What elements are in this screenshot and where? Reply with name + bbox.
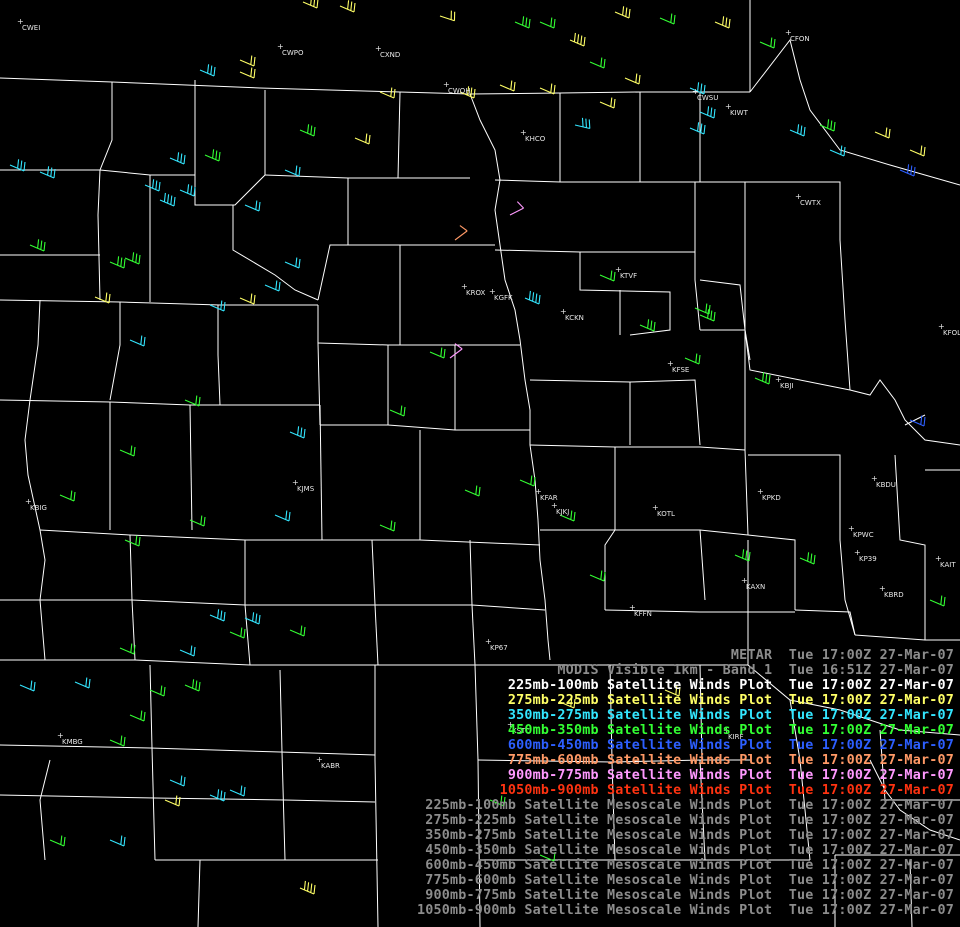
station-label: KBDU bbox=[876, 481, 896, 489]
station-label: KIWT bbox=[730, 109, 749, 117]
station-label: KCKN bbox=[565, 314, 584, 322]
station-label: KPKD bbox=[762, 494, 781, 502]
legend-row: 775mb-600mb Satellite Mesoscale Winds Pl… bbox=[425, 873, 954, 888]
station-label: CWPO bbox=[282, 49, 304, 57]
legend-row: 350mb-275mb Satellite Winds Plot Tue 17:… bbox=[507, 708, 954, 723]
station-label: KBRD bbox=[884, 591, 904, 599]
station-label: CFON bbox=[790, 35, 810, 43]
station-label: KGFK bbox=[494, 294, 513, 302]
station-label: KFOL bbox=[943, 329, 960, 337]
station-label: KFFN bbox=[634, 610, 652, 618]
station-label: CWOH bbox=[448, 87, 471, 95]
station-label: CWEI bbox=[22, 24, 40, 32]
legend-row: 225mb-100mb Satellite Winds Plot Tue 17:… bbox=[507, 678, 954, 693]
station-label: KTVF bbox=[620, 272, 637, 280]
station-label: CWTX bbox=[800, 199, 821, 207]
legend-row: METAR Tue 17:00Z 27-Mar-07 bbox=[730, 648, 954, 663]
layer-legend: METAR Tue 17:00Z 27-Mar-07 MODIS Visible … bbox=[417, 648, 954, 918]
station-label: CWSU bbox=[697, 94, 718, 102]
station-label: KBIG bbox=[30, 504, 47, 512]
legend-row: 1050mb-900mb Satellite Winds Plot Tue 17… bbox=[499, 783, 954, 798]
station-label: KMBG bbox=[62, 738, 83, 746]
station-label: KABR bbox=[321, 762, 340, 770]
station-label: KAXN bbox=[746, 583, 765, 591]
station-label: KOTL bbox=[657, 510, 675, 518]
station-label: KFSE bbox=[672, 366, 689, 374]
legend-row: 275mb-225mb Satellite Winds Plot Tue 17:… bbox=[507, 693, 954, 708]
station-label: KROX bbox=[466, 289, 486, 297]
legend-row: 600mb-450mb Satellite Winds Plot Tue 17:… bbox=[507, 738, 954, 753]
station-label: KHCO bbox=[525, 135, 546, 143]
legend-row: 775mb-600mb Satellite Winds Plot Tue 17:… bbox=[507, 753, 954, 768]
legend-row: 275mb-225mb Satellite Mesoscale Winds Pl… bbox=[425, 813, 954, 828]
legend-row: 350mb-275mb Satellite Mesoscale Winds Pl… bbox=[425, 828, 954, 843]
station-label: KPWC bbox=[853, 531, 874, 539]
station-label: KAIT bbox=[940, 561, 956, 569]
legend-row: 225mb-100mb Satellite Mesoscale Winds Pl… bbox=[425, 798, 954, 813]
station-label: CXND bbox=[380, 51, 400, 59]
legend-row: 450mb-350mb Satellite Mesoscale Winds Pl… bbox=[425, 843, 954, 858]
legend-row: MODIS Visible 1km - Band 1 Tue 16:51Z 27… bbox=[557, 663, 954, 678]
legend-row: 450mb-350mb Satellite Winds Plot Tue 17:… bbox=[507, 723, 954, 738]
legend-row: 900mb-775mb Satellite Mesoscale Winds Pl… bbox=[425, 888, 954, 903]
station-label: KJKJ bbox=[556, 508, 569, 516]
legend-row: 900mb-775mb Satellite Winds Plot Tue 17:… bbox=[507, 768, 954, 783]
legend-row: 600mb-450mb Satellite Mesoscale Winds Pl… bbox=[425, 858, 954, 873]
legend-row: 1050mb-900mb Satellite Mesoscale Winds P… bbox=[416, 903, 954, 918]
station-label: KFAR bbox=[540, 494, 558, 502]
station-label: KJMS bbox=[297, 485, 315, 493]
station-label: KBJI bbox=[780, 382, 794, 390]
station-label: KP39 bbox=[859, 555, 877, 563]
